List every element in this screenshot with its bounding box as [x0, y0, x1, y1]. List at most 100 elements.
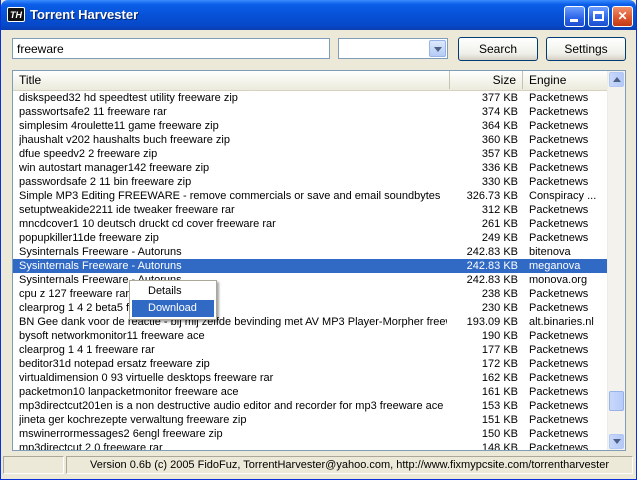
table-row[interactable]: packetmon10 lanpacketmonitor freeware ac… — [13, 385, 608, 399]
cell-size: 364 KB — [481, 120, 518, 132]
minimize-button[interactable] — [564, 6, 585, 27]
table-row[interactable]: Sysinternals Freeware - Autoruns 242.83 K… — [13, 273, 608, 287]
cell-title: mp3directcut201en is a non destructive a… — [19, 400, 444, 412]
table-row[interactable]: clearprog 1 4 1 freeware rar 177 KB Packet… — [13, 343, 608, 357]
cell-engine: Packetnews — [529, 106, 589, 118]
cell-engine: Packetnews — [529, 288, 589, 300]
dropdown-button[interactable] — [429, 40, 446, 57]
cell-title: popupkiller11de freeware zip — [19, 232, 159, 244]
cell-size: 360 KB — [481, 134, 518, 146]
cell-title: Sysinternals Freeware - Autoruns — [19, 246, 182, 258]
search-input[interactable] — [12, 38, 330, 59]
cell-size: 162 KB — [481, 372, 518, 384]
cell-size: 357 KB — [481, 148, 518, 160]
column-header-title[interactable]: Title — [13, 71, 450, 89]
cell-title: cpu z 127 freeware rar — [19, 288, 130, 300]
results-list[interactable]: Title Size Engine diskspeed32 hd speedte… — [12, 70, 626, 451]
table-row[interactable]: bysoft networkmonitor11 freeware ace 190 … — [13, 329, 608, 343]
table-row[interactable]: win autostart manager142 freeware zip 336… — [13, 161, 608, 175]
status-bar: Version 0.6b (c) 2005 FidoFuz, TorrentHa… — [3, 455, 634, 475]
context-menu-item-download[interactable]: Download — [132, 300, 214, 317]
cell-engine: Packetnews — [529, 134, 589, 146]
table-row[interactable]: clearprog 1 4 2 beta5 freeware rar 230 KB… — [13, 301, 608, 315]
cell-size: 150 KB — [481, 428, 518, 440]
table-row[interactable]: setuptweakide2211 ide tweaker freeware r… — [13, 203, 608, 217]
cell-engine: meganova — [529, 260, 581, 272]
cell-title: jineta ger kochrezepte verwaltung freewa… — [19, 414, 247, 426]
cell-title: win autostart manager142 freeware zip — [19, 162, 210, 174]
app-logo-icon: TH — [7, 7, 25, 22]
table-row[interactable]: passwordsafe 2 11 bin freeware zip 330 KB… — [13, 175, 608, 189]
maximize-button[interactable] — [588, 6, 609, 27]
cell-title: jhaushalt v202 haushalts buch freeware z… — [19, 134, 230, 146]
table-row[interactable]: BN Gee dank voor de reactie - bij mij ze… — [13, 315, 608, 329]
cell-engine: Packetnews — [529, 442, 589, 451]
table-row[interactable]: beditor31d notepad ersatz freeware zip 17… — [13, 357, 608, 371]
cell-size: 336 KB — [481, 162, 518, 174]
cell-title: bysoft networkmonitor11 freeware ace — [19, 330, 205, 342]
table-row[interactable]: mp3directcut 2 0 freeware rar 148 KB Packe… — [13, 441, 608, 451]
cell-size: 330 KB — [481, 176, 518, 188]
cell-engine: Packetnews — [529, 344, 589, 356]
cell-size: 242.83 KB — [466, 260, 518, 272]
cell-title: passwortsafe2 11 freeware rar — [19, 106, 167, 118]
table-row[interactable]: simplesim 4roulette11 game freeware zip 3… — [13, 119, 608, 133]
table-row[interactable]: popupkiller11de freeware zip 249 KB Packet… — [13, 231, 608, 245]
status-pane-left — [3, 456, 64, 474]
cell-engine: Packetnews — [529, 330, 589, 342]
table-row[interactable]: dfue speedv2 2 freeware zip 357 KB Packetn… — [13, 147, 608, 161]
table-row[interactable]: jineta ger kochrezepte verwaltung freewa… — [13, 413, 608, 427]
cell-engine: Packetnews — [529, 232, 589, 244]
cell-title: setuptweakide2211 ide tweaker freeware r… — [19, 204, 235, 216]
cell-title: beditor31d notepad ersatz freeware zip — [19, 358, 210, 370]
cell-engine: Packetnews — [529, 358, 589, 370]
cell-engine: Packetnews — [529, 428, 589, 440]
table-row[interactable]: diskspeed32 hd speedtest utility freewar… — [13, 91, 608, 105]
cell-size: 242.83 KB — [466, 274, 518, 286]
table-row[interactable]: Sysinternals Freeware - Autoruns 242.83 K… — [13, 245, 608, 259]
table-row[interactable]: virtualdimension 0 93 virtuelle desktops… — [13, 371, 608, 385]
scroll-up-button[interactable] — [609, 72, 624, 87]
engine-select[interactable] — [338, 38, 448, 59]
cell-title: passwordsafe 2 11 bin freeware zip — [19, 176, 192, 188]
cell-size: 153 KB — [481, 400, 518, 412]
cell-engine: Packetnews — [529, 386, 589, 398]
cell-engine: Packetnews — [529, 176, 589, 188]
cell-title: clearprog 1 4 1 freeware rar — [19, 344, 155, 356]
table-row[interactable]: jhaushalt v202 haushalts buch freeware z… — [13, 133, 608, 147]
table-row[interactable]: cpu z 127 freeware rar 238 KB Packetnews — [13, 287, 608, 301]
context-menu-item-details[interactable]: Details — [132, 283, 214, 300]
scroll-thumb[interactable] — [609, 391, 624, 411]
table-row[interactable]: mp3directcut201en is a non destructive a… — [13, 399, 608, 413]
cell-engine: Packetnews — [529, 400, 589, 412]
cell-title: Sysinternals Freeware - Autoruns — [19, 274, 182, 286]
table-row[interactable]: mswinerrormessages2 6engl freeware zip 15… — [13, 427, 608, 441]
table-row[interactable]: mncdcover1 10 deutsch druckt cd cover fr… — [13, 217, 608, 231]
close-button[interactable]: ✕ — [612, 6, 633, 27]
table-row[interactable]: Simple MP3 Editing FREEWARE - remove com… — [13, 189, 608, 203]
cell-size: 261 KB — [481, 218, 518, 230]
table-row[interactable]: passwortsafe2 11 freeware rar 374 KB Packe… — [13, 105, 608, 119]
cell-size: 377 KB — [481, 92, 518, 104]
cell-title: simplesim 4roulette11 game freeware zip — [19, 120, 219, 132]
column-header-engine[interactable]: Engine — [523, 71, 608, 89]
scroll-down-button[interactable] — [609, 434, 624, 449]
cell-size: 177 KB — [481, 344, 518, 356]
cell-title: Simple MP3 Editing FREEWARE - remove com… — [19, 190, 441, 202]
vertical-scrollbar[interactable] — [607, 71, 625, 450]
cell-engine: Packetnews — [529, 120, 589, 132]
cell-engine: Packetnews — [529, 148, 589, 160]
cell-engine: Packetnews — [529, 372, 589, 384]
arrow-down-icon — [613, 439, 621, 444]
column-header-size[interactable]: Size — [450, 71, 523, 89]
list-header: Title Size Engine — [13, 71, 608, 91]
settings-button[interactable]: Settings — [546, 37, 626, 61]
title-bar[interactable]: TH Torrent Harvester ✕ — [1, 0, 636, 30]
cell-size: 148 KB — [481, 442, 518, 451]
cell-size: 374 KB — [481, 106, 518, 118]
table-row[interactable]: Sysinternals Freeware - Autoruns 242.83 K… — [13, 259, 608, 273]
cell-size: 193.09 KB — [466, 316, 518, 328]
cell-title: clearprog 1 4 2 beta5 freeware rar — [19, 302, 186, 314]
search-button[interactable]: Search — [458, 37, 538, 61]
cell-engine: Packetnews — [529, 92, 589, 104]
